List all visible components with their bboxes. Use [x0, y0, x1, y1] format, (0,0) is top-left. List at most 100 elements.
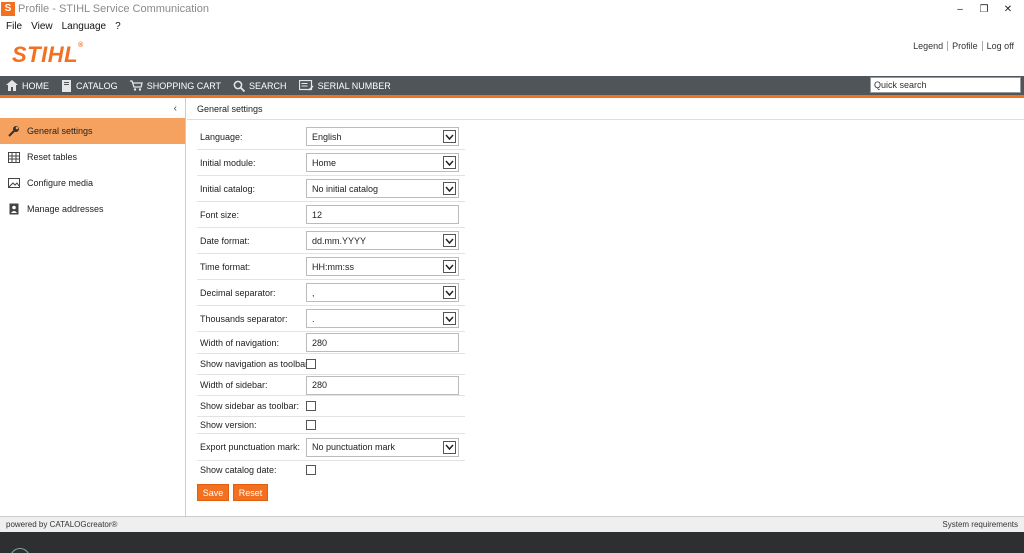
menu-help[interactable]: ? [115, 21, 121, 32]
legend-link[interactable]: Legend [909, 41, 947, 51]
nav-search[interactable]: SEARCH [233, 80, 287, 92]
nav-home[interactable]: HOME [6, 80, 49, 91]
sidebar-item-general-settings[interactable]: General settings [0, 118, 185, 144]
field-label: Show sidebar as toolbar: [200, 401, 300, 411]
close-button[interactable]: ✕ [996, 0, 1020, 18]
quick-search-input[interactable] [870, 77, 1021, 93]
window-title: Profile - STIHL Service Communication [18, 3, 209, 15]
minimize-button[interactable]: – [948, 0, 972, 18]
language-select[interactable]: English [306, 127, 459, 146]
setting-row-width-of-sidebar: Width of sidebar: 280 [197, 375, 465, 396]
select-value: , [312, 287, 315, 298]
nav-search-label: SEARCH [249, 80, 287, 91]
log-off-link[interactable]: Log off [981, 41, 1018, 51]
chevron-down-icon [443, 286, 456, 299]
show-navigation-as-toolbar-checkbox[interactable] [306, 359, 316, 369]
select-value: English [312, 131, 342, 142]
chevron-down-icon [443, 130, 456, 143]
nav-serial-number[interactable]: SERIAL NUMBER [298, 80, 391, 91]
nav-shopping-cart[interactable]: SHOPPING CART [129, 80, 221, 91]
field-label: Width of sidebar: [200, 380, 268, 390]
sidebar-item-label: Manage addresses [27, 204, 104, 214]
taskbar [0, 532, 1024, 553]
sidebar-item-label: Reset tables [27, 152, 78, 162]
save-button[interactable]: Save [197, 484, 229, 501]
initial-catalog-select[interactable]: No initial catalog [306, 179, 459, 198]
header: STIHL® Legend Profile Log off [0, 34, 1024, 76]
menu-file[interactable]: File [6, 21, 22, 32]
main-nav: HOME CATALOG SHOPPING CART SEARCH SERIAL… [0, 76, 1024, 95]
chevron-down-icon [443, 234, 456, 247]
restore-button[interactable]: ❐ [972, 0, 996, 18]
field-label: Show navigation as toolbar: [200, 359, 311, 369]
show-version-checkbox[interactable] [306, 420, 316, 430]
page-title: General settings [187, 98, 1024, 120]
field-label: Show catalog date: [200, 464, 277, 475]
select-value: No punctuation mark [312, 442, 396, 452]
time-format-select[interactable]: HH:mm:ss [306, 257, 459, 276]
search-icon [233, 80, 246, 92]
start-button-icon[interactable] [10, 548, 30, 553]
setting-row-time-format: Time format: HH:mm:ss [197, 254, 465, 280]
sidebar-item-manage-addresses[interactable]: Manage addresses [0, 196, 185, 222]
sidebar-list: General settings Reset tables Configure … [0, 118, 185, 222]
sidebar-item-label: General settings [27, 126, 93, 136]
main-content: General settings Language: English Initi… [187, 98, 1024, 516]
wrench-icon [8, 125, 20, 137]
window-controls: – ❐ ✕ [948, 0, 1020, 18]
chevron-down-icon [443, 156, 456, 169]
select-value: No initial catalog [312, 183, 379, 194]
cart-icon [129, 80, 143, 91]
setting-row-date-format: Date format: dd.mm.YYYY [197, 228, 465, 254]
show-catalog-date-checkbox[interactable] [306, 464, 316, 475]
chevron-down-icon [443, 182, 456, 195]
export-punctuation-mark-select[interactable]: No punctuation mark [306, 437, 459, 457]
nav-catalog[interactable]: CATALOG [61, 79, 118, 92]
footer: powered by CATALOGcreator® System requir… [0, 516, 1024, 532]
setting-row-font-size: Font size: 12 [197, 202, 465, 228]
profile-link[interactable]: Profile [947, 41, 982, 51]
stihl-logo: STIHL® [12, 42, 84, 67]
decimal-separator-select[interactable]: , [306, 283, 459, 302]
collapse-sidebar-icon[interactable]: ‹ [174, 103, 177, 114]
font-size-input[interactable]: 12 [306, 205, 459, 224]
select-value: HH:mm:ss [312, 261, 354, 272]
field-label: Initial catalog: [200, 183, 256, 194]
select-value: dd.mm.YYYY [312, 235, 367, 246]
setting-row-decimal-separator: Decimal separator: , [197, 280, 465, 306]
thousands-separator-select[interactable]: . [306, 309, 459, 328]
chevron-down-icon [443, 260, 456, 273]
field-label: Export punctuation mark: [200, 442, 301, 452]
setting-row-initial-catalog: Initial catalog: No initial catalog [197, 176, 465, 202]
setting-row-show-version: Show version: [197, 417, 465, 434]
sidebar-item-reset-tables[interactable]: Reset tables [0, 144, 185, 170]
menu-bar: File View Language ? [0, 18, 1024, 34]
address-book-icon [8, 203, 20, 215]
nav-home-label: HOME [22, 80, 49, 91]
width-of-sidebar-input[interactable]: 280 [306, 375, 459, 395]
catalog-icon [62, 79, 71, 92]
sidebar-item-configure-media[interactable]: Configure media [0, 170, 185, 196]
title-bar: S Profile - STIHL Service Communication … [0, 0, 1024, 18]
serial-number-icon [298, 80, 314, 91]
setting-row-initial-module: Initial module: Home [197, 150, 465, 176]
home-icon [6, 80, 18, 91]
setting-row-show-sidebar-as-toolbar: Show sidebar as toolbar: [197, 396, 465, 417]
menu-view[interactable]: View [31, 21, 53, 32]
field-label: Thousands separator: [200, 313, 288, 324]
reset-button[interactable]: Reset [233, 484, 268, 501]
menu-language[interactable]: Language [62, 21, 107, 32]
initial-module-select[interactable]: Home [306, 153, 459, 172]
nav-catalog-label: CATALOG [76, 80, 118, 91]
show-sidebar-as-toolbar-checkbox[interactable] [306, 401, 316, 411]
system-requirements-link[interactable]: System requirements [942, 520, 1018, 529]
field-label: Time format: [200, 261, 251, 272]
width-of-navigation-input[interactable]: 280 [306, 333, 459, 352]
select-value: Home [312, 157, 337, 168]
select-value: . [312, 313, 315, 324]
field-label: Language: [200, 131, 243, 142]
sidebar: ‹ General settings Reset tables Configur… [0, 98, 186, 516]
field-label: Font size: [200, 209, 240, 220]
setting-row-language: Language: English [197, 124, 465, 150]
date-format-select[interactable]: dd.mm.YYYY [306, 231, 459, 250]
